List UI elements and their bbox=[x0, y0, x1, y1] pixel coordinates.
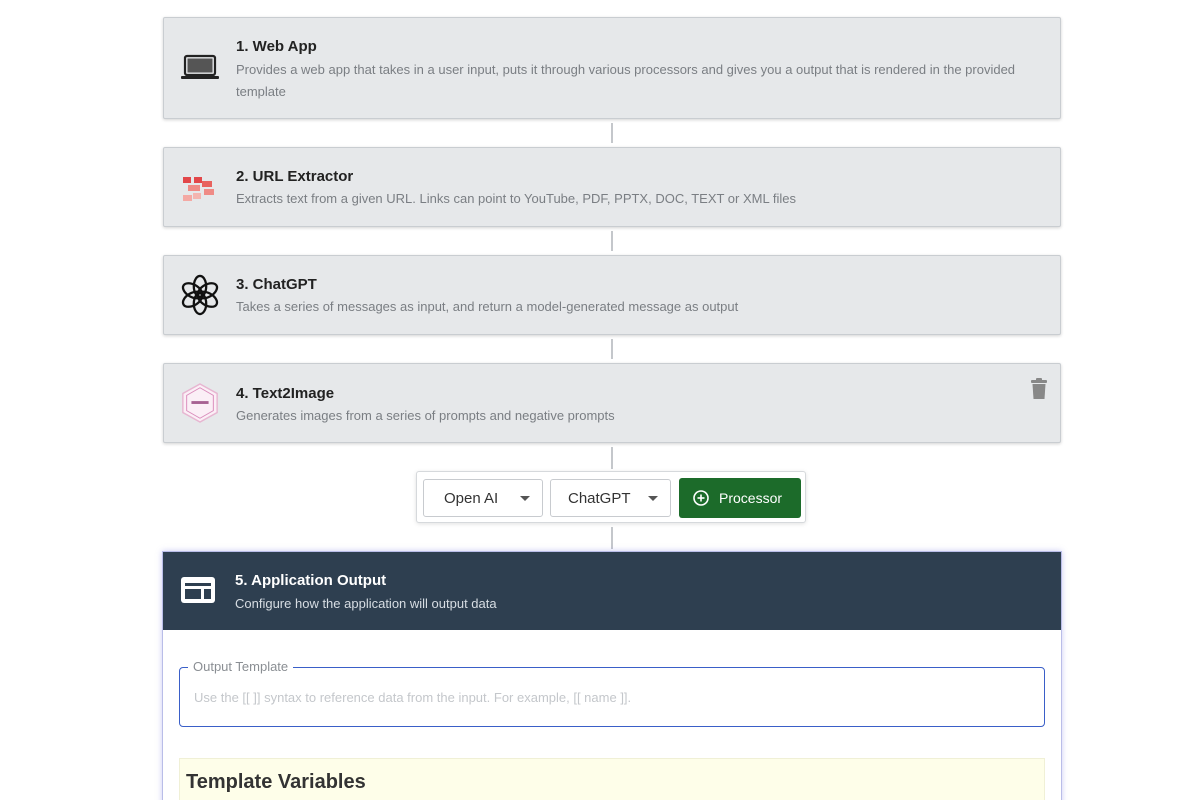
step-card-url-extractor[interactable]: 2. URL Extractor Extracts text from a gi… bbox=[163, 147, 1061, 227]
trash-icon[interactable] bbox=[1030, 378, 1048, 400]
provider-select-value: Open AI bbox=[444, 489, 499, 507]
output-layout-icon bbox=[180, 575, 216, 610]
connector-line bbox=[611, 447, 613, 469]
output-title: 5. Application Output bbox=[235, 572, 387, 589]
laptop-icon bbox=[180, 48, 220, 88]
step-description: Extracts text from a given URL. Links ca… bbox=[236, 191, 796, 206]
step-title: 1. Web App bbox=[236, 38, 317, 55]
step-card-web-app[interactable]: 1. Web App Provides a web app that takes… bbox=[163, 17, 1061, 119]
openai-icon bbox=[180, 274, 220, 316]
step-card-text2image[interactable]: 4. Text2Image Generates images from a se… bbox=[163, 363, 1061, 443]
text2image-icon bbox=[180, 383, 220, 423]
connector-line bbox=[611, 231, 613, 251]
step-description: Takes a series of messages as input, and… bbox=[236, 299, 739, 314]
step-title: 3. ChatGPT bbox=[236, 276, 317, 293]
add-circle-icon bbox=[693, 490, 709, 506]
processor-select[interactable]: ChatGPT bbox=[550, 479, 671, 517]
output-template-label: Output Template bbox=[188, 659, 294, 674]
step-description: Generates images from a series of prompt… bbox=[236, 408, 615, 423]
step-description: Provides a web app that takes in a user … bbox=[236, 62, 1016, 99]
step-title: 4. Text2Image bbox=[236, 385, 335, 402]
caret-down-icon bbox=[520, 496, 530, 501]
output-description: Configure how the application will outpu… bbox=[235, 596, 497, 611]
processor-select-value: ChatGPT bbox=[568, 489, 631, 507]
pipeline-canvas: 1. Web App Provides a web app that takes… bbox=[0, 0, 1200, 800]
connector-line bbox=[611, 339, 613, 359]
add-processor-button[interactable]: Processor bbox=[679, 478, 801, 518]
connector-line bbox=[611, 527, 613, 549]
step-card-chatgpt[interactable]: 3. ChatGPT Takes a series of messages as… bbox=[163, 255, 1061, 335]
connector-line bbox=[611, 123, 613, 143]
template-variables-title: Template Variables bbox=[186, 771, 366, 793]
application-output-card: 5. Application Output Configure how the … bbox=[162, 551, 1062, 800]
template-variables-panel: Template Variables bbox=[179, 758, 1045, 800]
step-title: 2. URL Extractor bbox=[236, 168, 354, 185]
url-extractor-icon bbox=[180, 168, 220, 208]
output-template-input[interactable] bbox=[194, 690, 1024, 705]
add-processor-toolbar: Open AI ChatGPT Processor bbox=[416, 471, 806, 523]
application-output-header[interactable]: 5. Application Output Configure how the … bbox=[163, 552, 1061, 630]
caret-down-icon bbox=[648, 496, 658, 501]
output-template-field[interactable]: Output Template bbox=[179, 659, 1045, 727]
add-processor-label: Processor bbox=[719, 490, 783, 506]
provider-select[interactable]: Open AI bbox=[423, 479, 543, 517]
